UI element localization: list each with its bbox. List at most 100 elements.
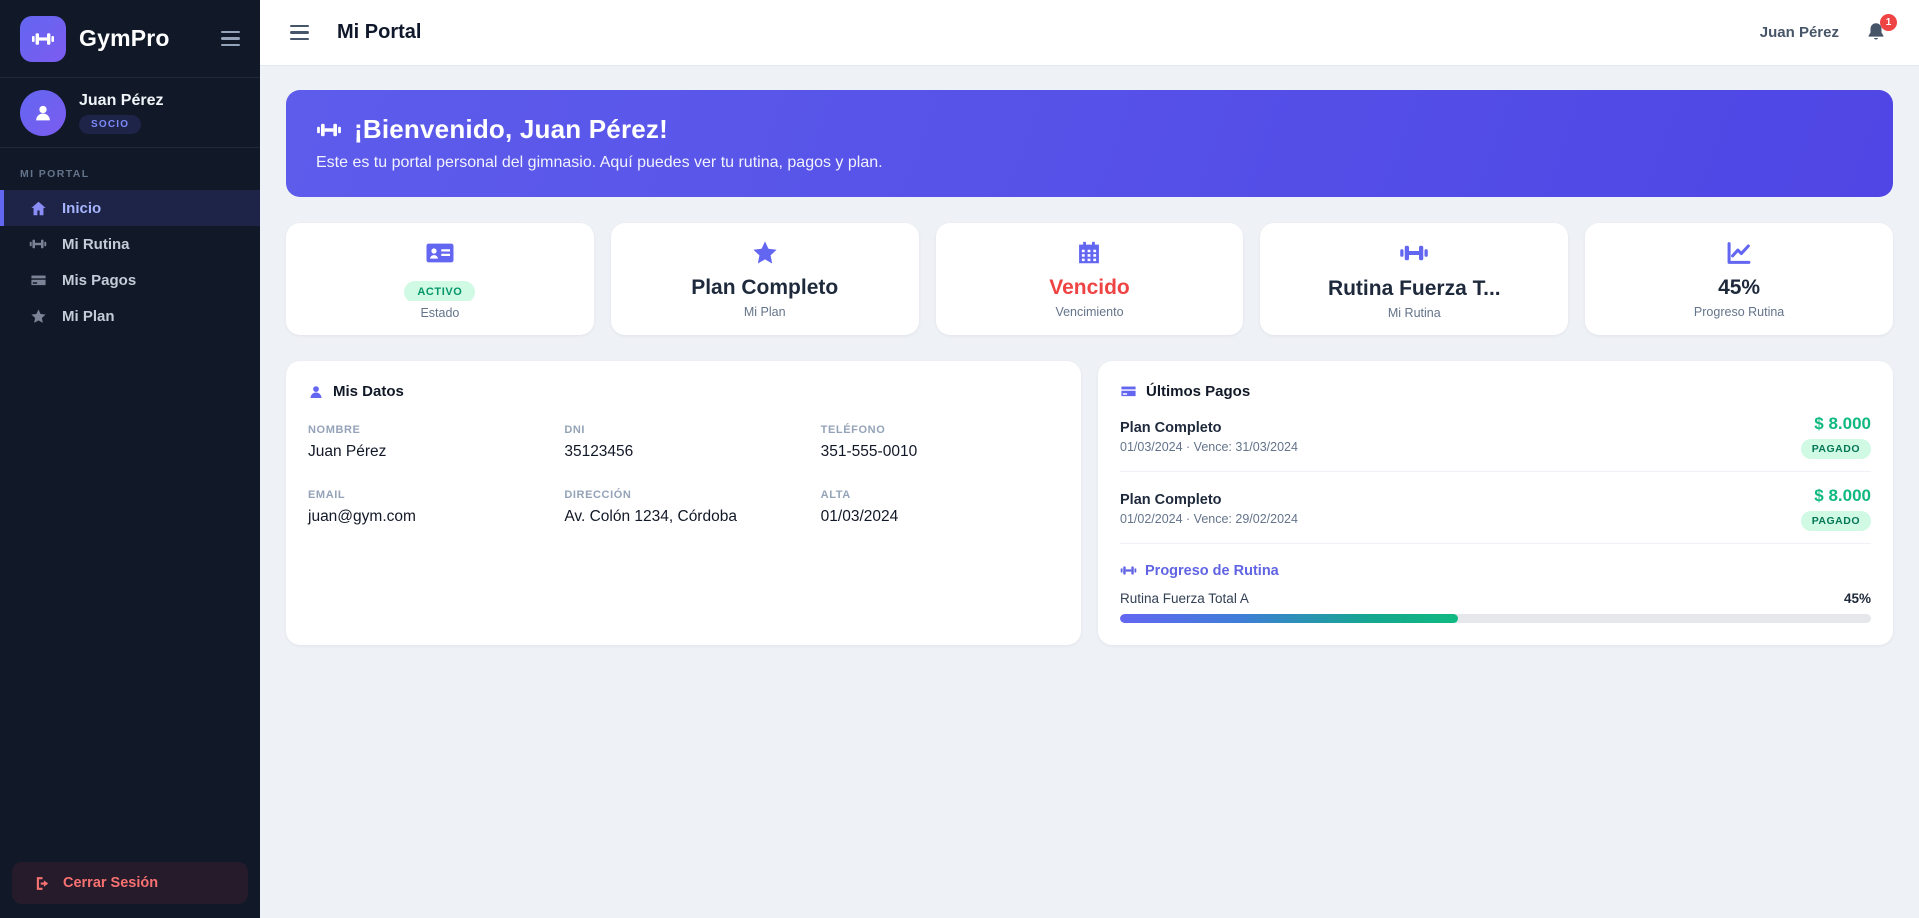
routine-percent: 45% (1843, 591, 1871, 606)
notifications-button[interactable]: 1 (1865, 13, 1897, 45)
stat-label: Mi Plan (743, 305, 786, 319)
field-nombre: NOMBRE Juan Pérez (308, 424, 546, 461)
payment-status-badge: PAGADO (1800, 511, 1871, 531)
welcome-title: ¡Bienvenido, Juan Pérez! (354, 114, 668, 144)
stat-value: Plan Completo (691, 276, 839, 299)
payment-amount: $ 8.000 (1814, 414, 1871, 433)
payment-dates: 01/02/2024 · Vence: 29/02/2024 (1120, 511, 1298, 526)
sidebar-item-label: Mi Rutina (62, 235, 130, 253)
dumbbell-icon (29, 235, 47, 253)
field-label: ALTA (820, 489, 851, 501)
stat-value: Vencido (1049, 276, 1130, 299)
sidebar-item-inicio[interactable]: Inicio (0, 190, 260, 226)
welcome-banner: ¡Bienvenido, Juan Pérez! Este es tu port… (286, 90, 1893, 197)
dumbbell-icon (317, 123, 341, 136)
field-direccion: DIRECCIÓN Av. Colón 1234, Córdoba (564, 489, 802, 526)
star-icon (751, 239, 779, 267)
logout-button[interactable]: Cerrar Sesión (12, 862, 248, 904)
sidebar-item-mi-plan[interactable]: Mi Plan (0, 298, 260, 334)
dumbbell-icon (1399, 238, 1429, 268)
sidebar-item-mi-rutina[interactable]: Mi Rutina (0, 226, 260, 262)
stat-label: Vencimiento (1055, 305, 1124, 319)
stat-card-progreso: 45% Progreso Rutina (1585, 223, 1893, 335)
sidebar-user-card: Juan Pérez SOCIO (0, 78, 260, 148)
stat-value: Rutina Fuerza T... (1327, 277, 1501, 300)
notification-count-badge: 1 (1880, 13, 1897, 31)
sidebar-logo-row: GymPro (0, 0, 260, 78)
home-icon (29, 200, 47, 217)
panels-row: Mis Datos NOMBRE Juan Pérez DNI 35123456… (286, 361, 1893, 645)
payment-plan: Plan Completo (1120, 419, 1222, 436)
stat-label: Mi Rutina (1387, 306, 1441, 320)
sidebar-item-label: Inicio (62, 199, 102, 217)
field-value: Av. Colón 1234, Córdoba (564, 508, 737, 525)
credit-card-icon (29, 272, 47, 289)
dumbbell-icon (1120, 566, 1137, 575)
id-card-icon (425, 238, 455, 268)
payment-row: Plan Completo 01/02/2024 · Vence: 29/02/… (1120, 472, 1871, 544)
ultimos-pagos-card: Últimos Pagos Plan Completo 01/03/2024 ·… (1098, 361, 1893, 645)
page-title: Mi Portal (337, 21, 422, 43)
payment-row: Plan Completo 01/03/2024 · Vence: 31/03/… (1120, 400, 1871, 472)
routine-progress-title: Progreso de Rutina (1145, 562, 1279, 579)
sidebar-item-mis-pagos[interactable]: Mis Pagos (0, 262, 260, 298)
stats-row: ACTIVO Estado Plan Completo Mi Plan Venc… (286, 223, 1893, 335)
chart-line-icon (1725, 239, 1753, 267)
topbar: Mi Portal Juan Pérez 1 (260, 0, 1919, 66)
content-area: ¡Bienvenido, Juan Pérez! Este es tu port… (260, 66, 1919, 669)
stat-card-mi-rutina: Rutina Fuerza T... Mi Rutina (1260, 223, 1569, 335)
field-label: EMAIL (308, 489, 346, 501)
star-icon (29, 308, 47, 325)
field-telefono: TELÉFONO 351-555-0010 (821, 424, 1059, 461)
stat-card-estado: ACTIVO Estado (286, 223, 594, 335)
menu-toggle-button[interactable] (290, 24, 309, 41)
routine-name: Rutina Fuerza Total A (1120, 591, 1249, 606)
field-dni: DNI 35123456 (564, 424, 802, 461)
stat-card-vencimiento: Vencido Vencimiento (935, 223, 1244, 335)
field-alta: ALTA 01/03/2024 (821, 489, 1059, 526)
logout-icon (36, 876, 49, 890)
status-badge: ACTIVO (404, 281, 476, 301)
payment-plan: Plan Completo (1120, 491, 1222, 508)
calendar-icon (1075, 239, 1103, 267)
sidebar-user-name: Juan Pérez (79, 91, 164, 109)
mis-datos-title: Mis Datos (333, 383, 404, 400)
user-icon (36, 105, 50, 120)
stat-label: Estado (420, 306, 460, 320)
app-logo (20, 15, 66, 62)
field-label: DNI (564, 424, 586, 436)
dumbbell-icon (32, 32, 54, 45)
sidebar-item-label: Mi Plan (62, 307, 115, 325)
field-value: 35123456 (564, 443, 634, 460)
field-label: NOMBRE (308, 424, 361, 436)
user-icon (308, 384, 324, 400)
app-name: GymPro (79, 25, 170, 51)
mis-datos-card: Mis Datos NOMBRE Juan Pérez DNI 35123456… (286, 361, 1081, 645)
sidebar-collapse-button[interactable] (221, 30, 240, 47)
field-value: 351-555-0010 (820, 443, 918, 460)
credit-card-icon (1120, 383, 1137, 400)
sidebar: GymPro Juan Pérez SOCIO MI PORTAL Inicio… (0, 0, 260, 918)
main-column: Mi Portal Juan Pérez 1 ¡Bienvenido, Juan… (260, 0, 1919, 918)
field-value: Juan Pérez (308, 443, 387, 460)
payment-status-badge: PAGADO (1800, 439, 1871, 459)
ultimos-pagos-title: Últimos Pagos (1146, 383, 1251, 400)
sidebar-section-label: MI PORTAL (20, 168, 90, 180)
stat-card-mi-plan: Plan Completo Mi Plan (610, 223, 919, 335)
field-value: juan@gym.com (308, 508, 416, 525)
topbar-user-name: Juan Pérez (1759, 24, 1839, 41)
field-email: EMAIL juan@gym.com (308, 489, 546, 526)
avatar (20, 89, 66, 136)
field-label: DIRECCIÓN (564, 489, 632, 501)
payment-amount: $ 8.000 (1814, 486, 1871, 505)
sidebar-nav: Inicio Mi Rutina Mis Pagos Mi Plan (0, 190, 260, 334)
field-value: 01/03/2024 (820, 508, 899, 525)
sidebar-item-label: Mis Pagos (62, 271, 137, 289)
payment-dates: 01/03/2024 · Vence: 31/03/2024 (1120, 439, 1298, 454)
datos-grid: NOMBRE Juan Pérez DNI 35123456 TELÉFONO … (308, 424, 1059, 526)
routine-progress-bar (1120, 614, 1871, 623)
role-badge: SOCIO (79, 114, 142, 134)
logout-label: Cerrar Sesión (63, 875, 159, 891)
welcome-subtitle: Este es tu portal personal del gimnasio.… (316, 154, 883, 171)
stat-label: Progreso Rutina (1693, 305, 1785, 319)
